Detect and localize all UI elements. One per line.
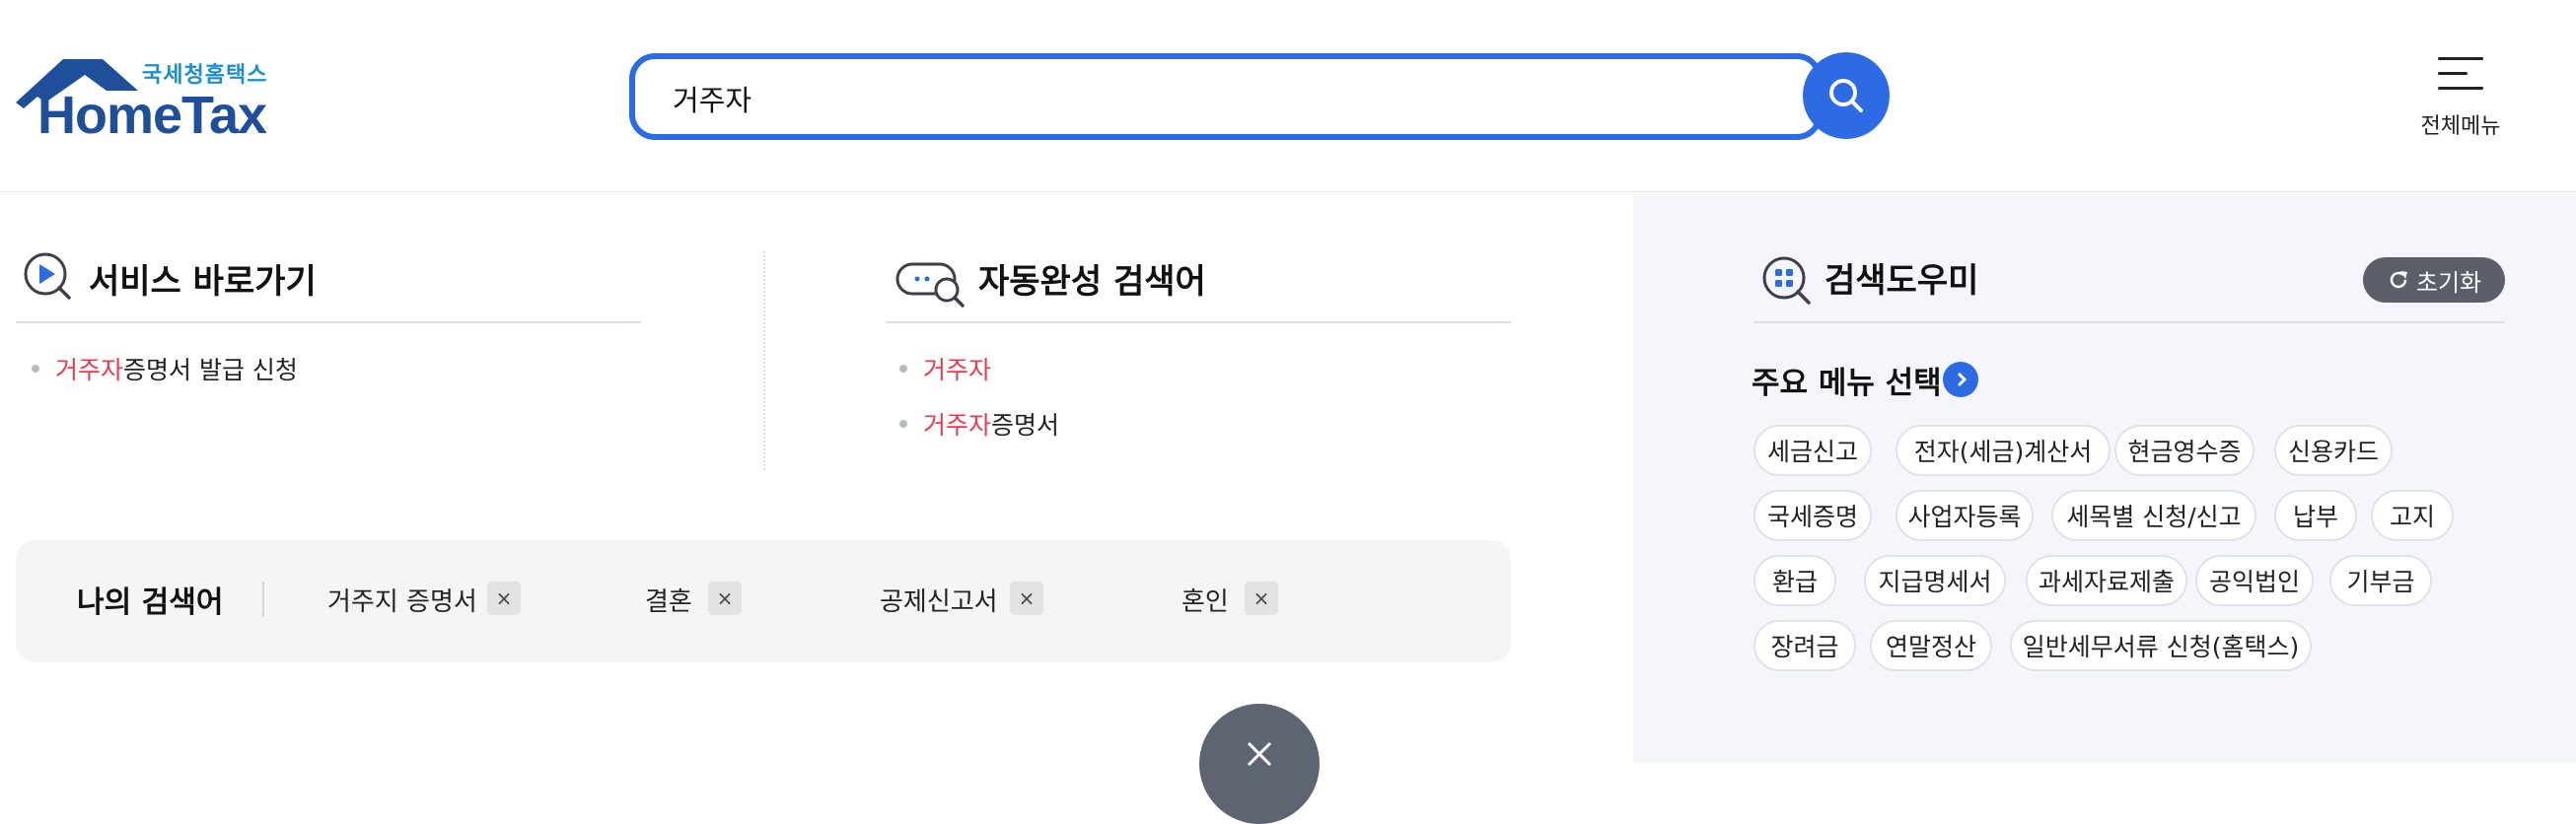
all-menu-button[interactable]: 전체메뉴 bbox=[2406, 47, 2515, 146]
menu-tag[interactable]: 고지 bbox=[2371, 490, 2454, 541]
all-menu-label: 전체메뉴 bbox=[2420, 114, 2501, 139]
search-button[interactable] bbox=[1803, 52, 1890, 139]
recent-keyword[interactable]: 결혼 bbox=[645, 582, 692, 618]
bullet-icon bbox=[32, 365, 39, 373]
chat-search-icon bbox=[895, 262, 965, 308]
main-menu-select-button[interactable] bbox=[1943, 362, 1978, 397]
close-icon[interactable]: × bbox=[487, 582, 521, 615]
menu-tag[interactable]: 납부 bbox=[2274, 490, 2357, 541]
reset-button[interactable]: 초기화 bbox=[2363, 257, 2505, 303]
autocomplete-title: 자동완성 검색어 bbox=[978, 262, 1206, 302]
my-search-divider bbox=[262, 582, 264, 617]
menu-tag[interactable]: 현금영수증 bbox=[2114, 425, 2254, 476]
hometax-logo[interactable]: 국세청홈택스 HomeTax bbox=[16, 57, 282, 146]
bullet-icon bbox=[899, 420, 907, 428]
menu-tag[interactable]: 환급 bbox=[1753, 555, 1836, 606]
item-text: 증명서 발급 신청 bbox=[123, 356, 298, 384]
autocomplete-divider bbox=[886, 321, 1511, 323]
close-icon[interactable]: × bbox=[1245, 582, 1278, 615]
reset-label: 초기화 bbox=[2415, 268, 2482, 297]
item-highlight: 거주자 bbox=[55, 356, 124, 384]
search-icon bbox=[1829, 79, 1863, 112]
menu-tag[interactable]: 신용카드 bbox=[2274, 425, 2393, 476]
menu-tag[interactable]: 세목별 신청/신고 bbox=[2051, 490, 2256, 541]
menu-tag[interactable]: 지급명세서 bbox=[1864, 555, 2006, 606]
menu-tag[interactable]: 세금신고 bbox=[1753, 425, 1872, 476]
close-icon bbox=[1247, 741, 1272, 767]
grid-search-icon bbox=[1762, 256, 1811, 305]
play-search-icon bbox=[24, 252, 71, 300]
bullet-icon bbox=[899, 365, 907, 373]
recent-keyword[interactable]: 공제신고서 bbox=[880, 582, 998, 618]
menu-tag[interactable]: 사업자등록 bbox=[1896, 490, 2034, 541]
refresh-icon bbox=[2390, 271, 2407, 289]
recent-keyword[interactable]: 혼인 bbox=[1181, 582, 1229, 618]
close-search-button[interactable] bbox=[1199, 704, 1320, 824]
main-menu-select-title: 주요 메뉴 선택 bbox=[1752, 366, 1942, 401]
service-shortcut-item[interactable]: 거주자증명서 발급 신청 bbox=[32, 351, 298, 386]
chevron-right-icon bbox=[1957, 372, 1968, 387]
my-search-title: 나의 검색어 bbox=[77, 585, 224, 620]
menu-tag[interactable]: 장려금 bbox=[1753, 620, 1856, 671]
autocomplete-item[interactable]: 거주자증명서 bbox=[899, 406, 1059, 442]
vertical-divider bbox=[763, 251, 765, 470]
autocomplete-item[interactable]: 거주자 bbox=[899, 351, 991, 386]
search-helper-divider bbox=[1753, 321, 2505, 323]
search-box bbox=[629, 53, 1823, 140]
menu-tag[interactable]: 공익법인 bbox=[2195, 555, 2314, 606]
close-icon[interactable]: × bbox=[1010, 582, 1043, 615]
search-input[interactable] bbox=[671, 79, 1726, 118]
search-helper-panel: 검색도우미 초기화 주요 메뉴 선택 세금신고 전자(세금)계산서 현금영수증 … bbox=[1633, 192, 2576, 763]
my-search-panel: 나의 검색어 거주지 증명서 × 결혼 × 공제신고서 × 혼인 × bbox=[16, 540, 1511, 662]
menu-tag[interactable]: 기부금 bbox=[2329, 555, 2432, 606]
search-bar bbox=[629, 51, 1890, 142]
menu-tag[interactable]: 연말정산 bbox=[1870, 620, 1992, 671]
menu-tag[interactable]: 전자(세금)계산서 bbox=[1896, 425, 2111, 476]
logo-title: HomeTax bbox=[37, 86, 267, 145]
service-shortcut-divider bbox=[16, 321, 641, 323]
recent-keyword[interactable]: 거주지 증명서 bbox=[327, 582, 477, 618]
item-highlight: 거주자 bbox=[923, 356, 992, 384]
hamburger-menu-icon bbox=[2438, 53, 2483, 93]
close-icon[interactable]: × bbox=[708, 582, 742, 615]
top-header: 국세청홈택스 HomeTax 전체메뉴 bbox=[0, 0, 2576, 192]
item-highlight: 거주자 bbox=[923, 411, 992, 440]
item-text: 증명서 bbox=[991, 411, 1060, 440]
menu-tag[interactable]: 국세증명 bbox=[1753, 490, 1872, 541]
menu-tag[interactable]: 일반세무서류 신청(홈택스) bbox=[2010, 620, 2312, 671]
menu-tag[interactable]: 과세자료제출 bbox=[2026, 555, 2187, 606]
service-shortcut-title: 서비스 바로가기 bbox=[89, 262, 317, 302]
search-helper-title: 검색도우미 bbox=[1825, 261, 1979, 301]
